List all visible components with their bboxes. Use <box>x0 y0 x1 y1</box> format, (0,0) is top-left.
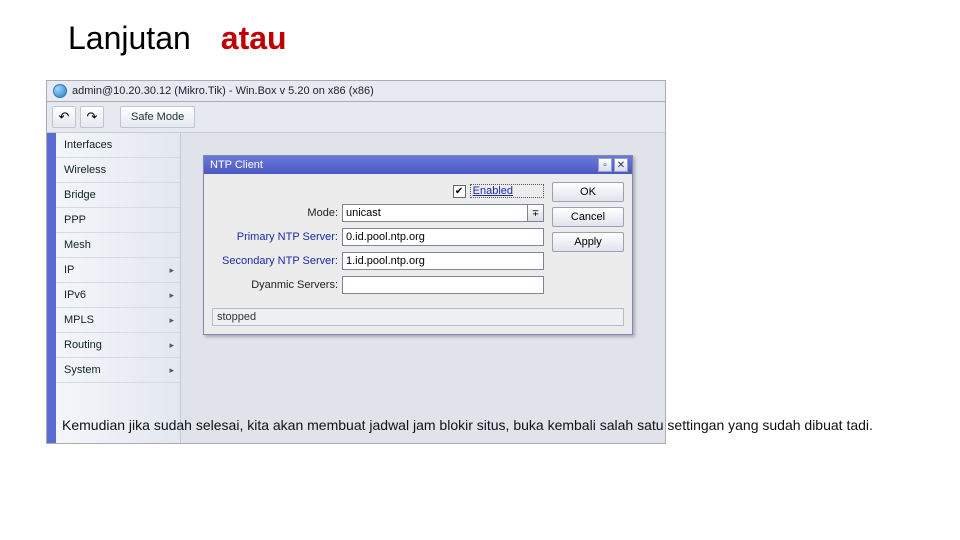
sidebar-item-mpls[interactable]: MPLS ▸ <box>56 308 180 333</box>
apply-button[interactable]: Apply <box>552 232 624 252</box>
sidebar-item-label: Mesh <box>64 239 91 251</box>
content-area: NTP Client ▫ ✕ ✔ Enabled Mode: <box>181 133 665 443</box>
sidebar-item-ipv6[interactable]: IPv6 ▸ <box>56 283 180 308</box>
dynamic-servers-label: Dyanmic Servers: <box>212 279 342 291</box>
dynamic-servers-input[interactable] <box>342 276 544 294</box>
minimize-icon[interactable]: ▫ <box>598 158 612 172</box>
redo-button[interactable]: ↷ <box>80 106 104 128</box>
window-titlebar[interactable]: admin@10.20.30.12 (Mikro.Tik) - Win.Box … <box>47 81 665 102</box>
dialog-title: NTP Client <box>210 159 263 171</box>
sidebar-item-label: IPv6 <box>64 289 86 301</box>
primary-ntp-input[interactable] <box>342 228 544 246</box>
toolbar: ↶ ↷ Safe Mode <box>47 102 665 133</box>
sidebar: Interfaces Wireless Bridge PPP Mesh IP▸ … <box>47 133 181 443</box>
submenu-icon: ▸ <box>169 365 174 376</box>
submenu-icon: ▸ <box>169 315 174 326</box>
main-area: Interfaces Wireless Bridge PPP Mesh IP▸ … <box>47 133 665 443</box>
sidebar-item-label: Interfaces <box>64 139 112 151</box>
mode-label: Mode: <box>212 207 342 219</box>
window-title: admin@10.20.30.12 (Mikro.Tik) - Win.Box … <box>72 85 374 97</box>
sidebar-item-wireless[interactable]: Wireless <box>56 158 180 183</box>
cancel-button[interactable]: Cancel <box>552 207 624 227</box>
enabled-checkbox[interactable]: ✔ <box>453 185 466 198</box>
slide-or: atau <box>221 20 287 57</box>
sidebar-item-ip[interactable]: IP ▸ <box>56 258 180 283</box>
slide-header: Lanjutan atau <box>0 0 960 67</box>
enabled-row: ✔ Enabled <box>212 182 544 204</box>
winbox-window: admin@10.20.30.12 (Mikro.Tik) - Win.Box … <box>46 80 666 444</box>
dialog-button-column: OK Cancel Apply <box>552 182 624 300</box>
sidebar-item-mesh[interactable]: Mesh <box>56 233 180 258</box>
secondary-ntp-input[interactable] <box>342 252 544 270</box>
sidebar-item-label: Wireless <box>64 164 106 176</box>
mode-dropdown-icon[interactable]: ∓ <box>528 204 544 222</box>
globe-icon <box>53 84 67 98</box>
close-icon[interactable]: ✕ <box>614 158 628 172</box>
sidebar-item-routing[interactable]: Routing ▸ <box>56 333 180 358</box>
submenu-icon: ▸ <box>169 265 174 276</box>
sidebar-item-interfaces[interactable]: Interfaces <box>56 133 180 158</box>
sidebar-item-bridge[interactable]: Bridge <box>56 183 180 208</box>
ok-button[interactable]: OK <box>552 182 624 202</box>
sidebar-item-system[interactable]: System ▸ <box>56 358 180 383</box>
slide-title: Lanjutan <box>68 20 191 57</box>
sidebar-item-label: IP <box>64 264 74 276</box>
footer-text: Kemudian jika sudah selesai, kita akan m… <box>62 416 892 435</box>
undo-button[interactable]: ↶ <box>52 106 76 128</box>
sidebar-item-ppp[interactable]: PPP <box>56 208 180 233</box>
sidebar-item-label: Bridge <box>64 189 96 201</box>
ntp-client-dialog: NTP Client ▫ ✕ ✔ Enabled Mode: <box>203 155 633 335</box>
submenu-icon: ▸ <box>169 290 174 301</box>
submenu-icon: ▸ <box>169 340 174 351</box>
form-column: ✔ Enabled Mode: ∓ Primary NTP Server: <box>212 182 544 300</box>
sidebar-item-label: Routing <box>64 339 102 351</box>
sidebar-accent <box>47 133 56 443</box>
sidebar-item-label: MPLS <box>64 314 94 326</box>
mode-select[interactable] <box>342 204 528 222</box>
secondary-ntp-label: Secondary NTP Server: <box>212 255 342 267</box>
dialog-titlebar[interactable]: NTP Client ▫ ✕ <box>204 156 632 174</box>
primary-ntp-label: Primary NTP Server: <box>212 231 342 243</box>
status-bar: stopped <box>212 308 624 326</box>
sidebar-item-label: System <box>64 364 101 376</box>
sidebar-item-label: PPP <box>64 214 86 226</box>
enabled-label[interactable]: Enabled <box>470 184 544 198</box>
safe-mode-button[interactable]: Safe Mode <box>120 106 195 128</box>
